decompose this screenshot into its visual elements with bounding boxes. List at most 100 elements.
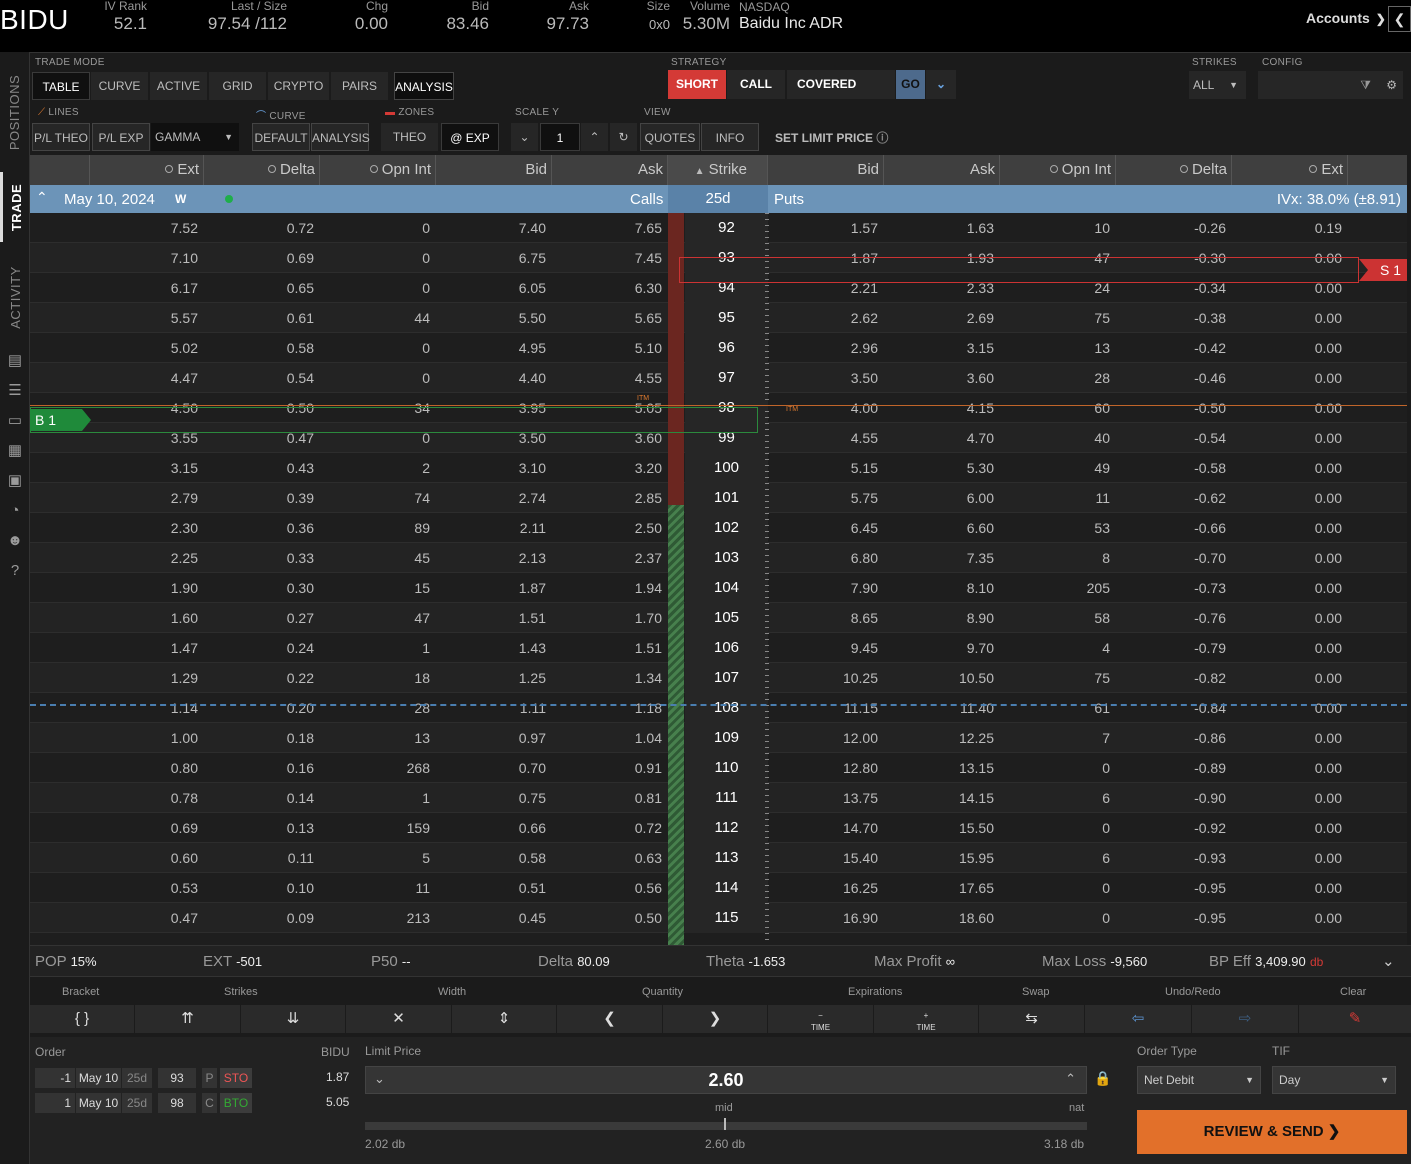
- put-ext-cell[interactable]: 0.00: [1232, 363, 1342, 393]
- put-ext-cell[interactable]: 0.00: [1232, 783, 1342, 813]
- opn-int-cell[interactable]: 15: [320, 573, 430, 603]
- table-row[interactable]: 2.30 0.36 89 2.11 2.50 102 6.45 6.60 53 -0.66 0.00: [30, 513, 1407, 543]
- put-ask-cell[interactable]: 13.15: [884, 753, 994, 783]
- opn-int-cell[interactable]: 159: [320, 813, 430, 843]
- symbol[interactable]: BIDU: [0, 4, 69, 36]
- strike-cell[interactable]: 97: [685, 363, 768, 393]
- col-bid[interactable]: Bid: [436, 155, 552, 185]
- strategy-short[interactable]: SHORT: [668, 70, 726, 99]
- strikes-down-icon[interactable]: ⇊: [241, 1005, 345, 1033]
- scale-up-icon[interactable]: ⌃: [581, 123, 609, 151]
- dashboard-icon[interactable]: ▣: [6, 472, 24, 490]
- put-delta-cell[interactable]: -0.86: [1116, 723, 1226, 753]
- put-bid-cell[interactable]: 14.70: [768, 813, 878, 843]
- leg-qty[interactable]: 1: [35, 1093, 75, 1113]
- delta-cell[interactable]: 0.20: [204, 693, 314, 723]
- delta-cell[interactable]: 0.13: [204, 813, 314, 843]
- put-opn-int-cell[interactable]: 40: [1000, 423, 1110, 453]
- strike-cell[interactable]: 112: [685, 813, 768, 843]
- leg-dte[interactable]: 25d: [122, 1068, 152, 1088]
- swap-icon[interactable]: ⇆: [979, 1005, 1084, 1033]
- lock-icon[interactable]: 🔒: [1094, 1070, 1111, 1087]
- put-ask-cell[interactable]: 6.60: [884, 513, 994, 543]
- opn-int-cell[interactable]: 5: [320, 843, 430, 873]
- put-opn-int-cell[interactable]: 10: [1000, 213, 1110, 243]
- opn-int-cell[interactable]: 2: [320, 453, 430, 483]
- series-header[interactable]: ⌃ May 10, 2024 W Calls 25d Puts IVx: 38.…: [30, 185, 1407, 213]
- delta-cell[interactable]: 0.54: [204, 363, 314, 393]
- put-delta-cell[interactable]: -0.92: [1116, 813, 1226, 843]
- ext-cell[interactable]: 1.90: [90, 573, 198, 603]
- tif-select[interactable]: Day ▼: [1272, 1066, 1396, 1094]
- ext-cell[interactable]: 5.02: [90, 333, 198, 363]
- delta-cell[interactable]: 0.16: [204, 753, 314, 783]
- put-ask-cell[interactable]: 15.50: [884, 813, 994, 843]
- config-box[interactable]: ⧩ ⚙: [1258, 71, 1404, 99]
- col-opn-int[interactable]: Opn Int: [320, 155, 436, 185]
- put-bid-cell[interactable]: 5.75: [768, 483, 878, 513]
- ask-cell[interactable]: 1.94: [552, 573, 662, 603]
- put-ext-cell[interactable]: 0.00: [1232, 723, 1342, 753]
- put-delta-cell[interactable]: -0.38: [1116, 303, 1226, 333]
- put-opn-int-cell[interactable]: 75: [1000, 303, 1110, 333]
- put-ask-cell[interactable]: 17.65: [884, 873, 994, 903]
- put-delta-cell[interactable]: -0.84: [1116, 693, 1226, 723]
- bid-cell[interactable]: 1.51: [436, 603, 546, 633]
- accounts-menu[interactable]: Accounts ❯: [1306, 10, 1386, 26]
- table-row[interactable]: 5.57 0.61 44 5.50 5.65 95 2.62 2.69 75 -0.38 0.00: [30, 303, 1407, 333]
- put-ext-cell[interactable]: 0.00: [1232, 843, 1342, 873]
- ext-cell[interactable]: 0.80: [90, 753, 198, 783]
- put-ask-cell[interactable]: 5.30: [884, 453, 994, 483]
- ext-cell[interactable]: 3.15: [90, 453, 198, 483]
- opn-int-cell[interactable]: 44: [320, 303, 430, 333]
- time-minus-button[interactable]: − TIME: [768, 1005, 873, 1033]
- table-row[interactable]: 0.80 0.16 268 0.70 0.91 110 12.80 13.15 0 -0.89 0.…: [30, 753, 1407, 783]
- table-row[interactable]: 2.25 0.33 45 2.13 2.37 103 6.80 7.35 8 -0.70 0.00: [30, 543, 1407, 573]
- put-opn-int-cell[interactable]: 0: [1000, 813, 1110, 843]
- put-ext-cell[interactable]: 0.00: [1232, 483, 1342, 513]
- put-bid-cell[interactable]: 12.00: [768, 723, 878, 753]
- col-put-ask[interactable]: Ask: [884, 155, 1000, 185]
- ask-cell[interactable]: 2.37: [552, 543, 662, 573]
- price-up-icon[interactable]: ⌃: [1065, 1071, 1076, 1087]
- col-ask[interactable]: Ask: [552, 155, 668, 185]
- put-bid-cell[interactable]: 3.50: [768, 363, 878, 393]
- put-delta-cell[interactable]: -0.66: [1116, 513, 1226, 543]
- put-opn-int-cell[interactable]: 0: [1000, 873, 1110, 903]
- curve-default[interactable]: DEFAULT: [252, 123, 310, 151]
- put-ext-cell[interactable]: 0.00: [1232, 303, 1342, 333]
- put-ext-cell[interactable]: 0.00: [1232, 753, 1342, 783]
- leg-action[interactable]: STO: [220, 1068, 252, 1088]
- put-ask-cell[interactable]: 15.95: [884, 843, 994, 873]
- table-row[interactable]: 1.47 0.24 1 1.43 1.51 106 9.45 9.70 4 -0.79 0.00: [30, 633, 1407, 663]
- delta-cell[interactable]: 0.43: [204, 453, 314, 483]
- bid-cell[interactable]: 2.13: [436, 543, 546, 573]
- put-delta-cell[interactable]: -0.70: [1116, 543, 1226, 573]
- delta-cell[interactable]: 0.22: [204, 663, 314, 693]
- opn-int-cell[interactable]: 47: [320, 603, 430, 633]
- ask-cell[interactable]: 3.20: [552, 453, 662, 483]
- put-ask-cell[interactable]: 1.63: [884, 213, 994, 243]
- put-bid-cell[interactable]: 4.55: [768, 423, 878, 453]
- leg-strike[interactable]: 98: [158, 1093, 196, 1113]
- delta-cell[interactable]: 0.10: [204, 873, 314, 903]
- put-opn-int-cell[interactable]: 53: [1000, 513, 1110, 543]
- table-row[interactable]: 1.14 0.20 28 1.11 1.18 108 11.15 11.40 61 -0.84 0.…: [30, 693, 1407, 723]
- delta-cell[interactable]: 0.65: [204, 273, 314, 303]
- mode-crypto[interactable]: CRYPTO: [268, 72, 330, 100]
- put-bid-cell[interactable]: 11.15: [768, 693, 878, 723]
- delta-cell[interactable]: 0.39: [204, 483, 314, 513]
- ask-cell[interactable]: 4.55: [552, 363, 662, 393]
- table-row[interactable]: 1.60 0.27 47 1.51 1.70 105 8.65 8.90 58 -0.76 0.00: [30, 603, 1407, 633]
- ask-cell[interactable]: 0.91: [552, 753, 662, 783]
- put-bid-cell[interactable]: 2.96: [768, 333, 878, 363]
- width-expand-icon[interactable]: ⇕: [452, 1005, 556, 1033]
- chart-icon[interactable]: ▤: [6, 352, 24, 370]
- list-icon[interactable]: ☰: [6, 382, 24, 400]
- bid-cell[interactable]: 0.58: [436, 843, 546, 873]
- bracket-button[interactable]: { }: [30, 1005, 134, 1033]
- put-opn-int-cell[interactable]: 205: [1000, 573, 1110, 603]
- limit-price-input[interactable]: ⌄ 2.60 ⌃: [365, 1066, 1087, 1094]
- undo-icon[interactable]: ⇦: [1085, 1005, 1191, 1033]
- delta-cell[interactable]: 0.72: [204, 213, 314, 243]
